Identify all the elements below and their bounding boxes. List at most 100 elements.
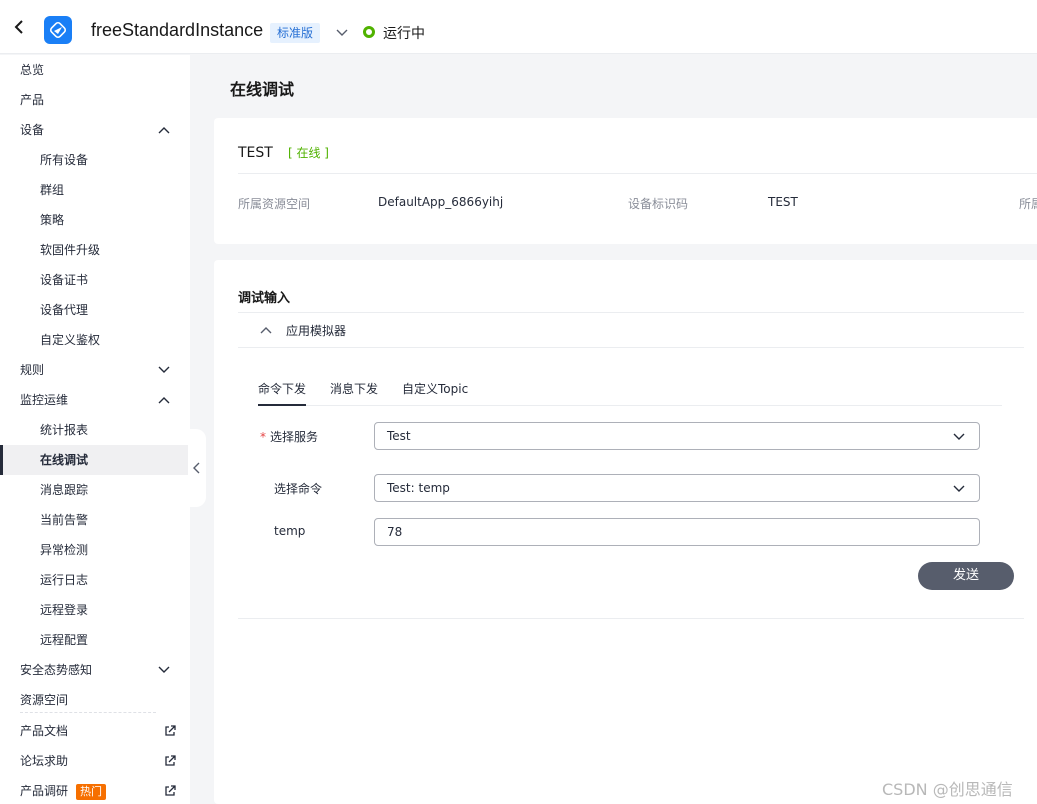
chevron-down-icon bbox=[158, 366, 170, 373]
sidebar-item-products[interactable]: 产品 bbox=[0, 85, 188, 115]
page-title: 在线调试 bbox=[230, 80, 295, 99]
section-title: 调试输入 bbox=[238, 291, 291, 306]
edition-badge: 标准版 bbox=[270, 23, 321, 43]
sidebar-item-label: 群组 bbox=[40, 183, 65, 197]
sidebar-item-label: 产品调研 bbox=[20, 784, 69, 798]
tab-command-send[interactable]: 命令下发 bbox=[258, 380, 307, 406]
resource-space-value: DefaultApp_6866yihj bbox=[378, 195, 504, 209]
chevron-down-icon[interactable] bbox=[336, 26, 348, 36]
service-select-value: Test bbox=[387, 429, 411, 443]
sidebar-item-monitoring[interactable]: 监控运维 bbox=[0, 385, 188, 415]
sidebar-item-device-proxy[interactable]: 设备代理 bbox=[0, 295, 188, 325]
command-select[interactable]: Test: temp bbox=[374, 474, 980, 502]
sidebar-item-label: 策略 bbox=[40, 213, 65, 227]
command-select-value: Test: temp bbox=[387, 481, 450, 495]
device-id-value: TEST bbox=[768, 195, 798, 209]
sidebar-item-label: 资源空间 bbox=[20, 693, 69, 707]
instance-status: 运行中 bbox=[383, 26, 425, 42]
sidebar-item-forum[interactable]: 论坛求助 bbox=[0, 746, 188, 776]
sidebar-item-security-awareness[interactable]: 安全态势感知 bbox=[0, 655, 188, 685]
sidebar-item-product-docs[interactable]: 产品文档 bbox=[0, 716, 188, 746]
sidebar-item-firmware-upgrade[interactable]: 软固件升级 bbox=[0, 235, 188, 265]
sidebar-item-label: 运行日志 bbox=[40, 573, 89, 587]
sidebar-item-label: 当前告警 bbox=[40, 513, 89, 527]
debug-input-card: 调试输入 应用模拟器 命令下发 消息下发 自定义Topic * 选择服务 Test… bbox=[214, 260, 1037, 804]
sidebar-item-label: 在线调试 bbox=[40, 453, 89, 467]
param-label: temp bbox=[274, 524, 306, 538]
sidebar-item-statistics[interactable]: 统计报表 bbox=[0, 415, 188, 445]
simulator-label: 应用模拟器 bbox=[286, 324, 347, 338]
sidebar: 总览 产品 设备 所有设备 群组 策略 软固件升级 设备证书 设备代理 自定义鉴… bbox=[0, 55, 190, 804]
chevron-up-icon bbox=[260, 327, 272, 334]
param-input[interactable]: 78 bbox=[374, 518, 980, 546]
sidebar-item-label: 产品 bbox=[20, 93, 45, 107]
sidebar-item-label: 安全态势感知 bbox=[20, 663, 93, 677]
sidebar-item-run-logs[interactable]: 运行日志 bbox=[0, 565, 188, 595]
sidebar-item-resource-space[interactable]: 资源空间 bbox=[0, 685, 188, 715]
app-simulator-toggle[interactable]: 应用模拟器 bbox=[238, 312, 1024, 348]
instance-name: freeStandardInstance bbox=[91, 20, 264, 40]
sidebar-item-device-certs[interactable]: 设备证书 bbox=[0, 265, 188, 295]
sidebar-item-policies[interactable]: 策略 bbox=[0, 205, 188, 235]
back-icon[interactable] bbox=[12, 20, 26, 34]
service-select[interactable]: Test bbox=[374, 422, 980, 450]
chevron-left-icon bbox=[193, 462, 200, 474]
sidebar-item-remote-config[interactable]: 远程配置 bbox=[0, 625, 188, 655]
tab-custom-topic[interactable]: 自定义Topic bbox=[402, 380, 468, 406]
truncated-info-label: 所属 bbox=[1019, 197, 1037, 211]
sidebar-item-online-debug[interactable]: 在线调试 bbox=[0, 445, 188, 475]
device-id-label: 设备标识码 bbox=[628, 197, 689, 211]
service-label: * 选择服务 bbox=[260, 428, 318, 445]
sidebar-item-label: 远程登录 bbox=[40, 603, 89, 617]
sidebar-collapse-button[interactable] bbox=[188, 429, 206, 507]
external-link-icon bbox=[165, 785, 176, 796]
sidebar-item-anomaly-detection[interactable]: 异常检测 bbox=[0, 535, 188, 565]
device-online-status: [ 在线 ] bbox=[288, 146, 329, 160]
sidebar-item-label: 统计报表 bbox=[40, 423, 89, 437]
status-dot-icon bbox=[363, 26, 375, 38]
sidebar-item-label: 产品文档 bbox=[20, 724, 69, 738]
sidebar-item-label: 异常检测 bbox=[40, 543, 89, 557]
send-button[interactable]: 发送 bbox=[918, 562, 1014, 590]
hot-badge: 热门 bbox=[76, 784, 106, 800]
device-name: TEST bbox=[238, 145, 273, 161]
sidebar-item-label: 自定义鉴权 bbox=[40, 333, 101, 347]
sidebar-item-groups[interactable]: 群组 bbox=[0, 175, 188, 205]
sidebar-item-label: 论坛求助 bbox=[20, 754, 69, 768]
sidebar-item-overview[interactable]: 总览 bbox=[0, 55, 188, 85]
sidebar-item-current-alarms[interactable]: 当前告警 bbox=[0, 505, 188, 535]
tab-message-send[interactable]: 消息下发 bbox=[330, 380, 378, 406]
command-label: 选择命令 bbox=[274, 482, 323, 496]
divider bbox=[238, 173, 1037, 174]
watermark: CSDN @创思通信 bbox=[882, 780, 1013, 799]
sidebar-divider bbox=[20, 712, 156, 713]
sidebar-item-label: 所有设备 bbox=[40, 153, 89, 167]
param-input-value: 78 bbox=[387, 525, 403, 539]
service-label-text: 选择服务 bbox=[270, 430, 319, 444]
sidebar-item-label: 监控运维 bbox=[20, 393, 69, 407]
sidebar-item-message-trace[interactable]: 消息跟踪 bbox=[0, 475, 188, 505]
sidebar-item-label: 远程配置 bbox=[40, 633, 89, 647]
sidebar-item-custom-auth[interactable]: 自定义鉴权 bbox=[0, 325, 188, 355]
sidebar-item-remote-login[interactable]: 远程登录 bbox=[0, 595, 188, 625]
sidebar-item-label: 消息跟踪 bbox=[40, 483, 89, 497]
top-header: freeStandardInstance 标准版 运行中 bbox=[0, 0, 1037, 54]
sidebar-item-label: 规则 bbox=[20, 363, 45, 377]
chevron-up-icon bbox=[158, 127, 170, 134]
chevron-up-icon bbox=[158, 397, 170, 404]
sidebar-item-devices[interactable]: 设备 bbox=[0, 115, 188, 145]
tab-bar: 命令下发 消息下发 自定义Topic bbox=[258, 380, 1002, 406]
divider bbox=[238, 618, 1024, 619]
chevron-down-icon bbox=[953, 485, 965, 492]
sidebar-item-rules[interactable]: 规则 bbox=[0, 355, 188, 385]
sidebar-item-product-survey[interactable]: 产品调研 热门 bbox=[0, 776, 188, 804]
device-info-card: TEST [ 在线 ] 所属资源空间 DefaultApp_6866yihj 设… bbox=[214, 118, 1037, 244]
sidebar-item-label: 总览 bbox=[20, 63, 45, 77]
app-logo-icon bbox=[44, 16, 72, 44]
chevron-down-icon bbox=[158, 666, 170, 673]
required-mark: * bbox=[260, 430, 266, 444]
chevron-down-icon bbox=[953, 433, 965, 440]
sidebar-item-all-devices[interactable]: 所有设备 bbox=[0, 145, 188, 175]
resource-space-label: 所属资源空间 bbox=[238, 197, 311, 211]
external-link-icon bbox=[165, 725, 176, 736]
